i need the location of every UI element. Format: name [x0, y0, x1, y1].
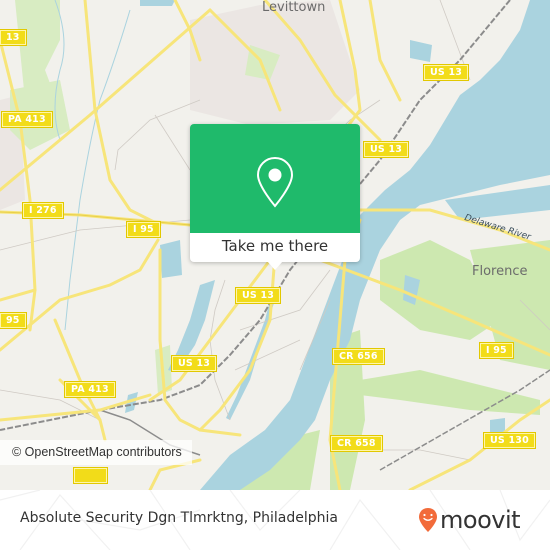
- moovit-wordmark: moovit: [440, 506, 521, 534]
- road-shield-i276: I 276: [22, 202, 64, 219]
- road-shield-us13: US 13: [362, 141, 410, 158]
- place-label-levittown: Levittown: [262, 0, 326, 15]
- water-body: [490, 418, 505, 432]
- road-shield-pa413: PA 413: [1, 111, 53, 128]
- take-me-there-button[interactable]: Take me there: [190, 233, 360, 262]
- place-label-florence: Florence: [472, 264, 528, 279]
- water-body: [160, 240, 182, 278]
- park-area: [360, 370, 540, 415]
- road-shield-us130: US 130: [483, 432, 536, 449]
- road-shield-partial: [72, 467, 109, 484]
- road-shield-cr656: CR 656: [332, 348, 385, 365]
- moovit-pin-icon: [419, 508, 437, 532]
- water-body: [410, 40, 432, 62]
- popup-header: [190, 124, 360, 233]
- water-channel: [226, 300, 275, 420]
- road-shield-pa413: PA 413: [64, 381, 116, 398]
- moovit-logo[interactable]: moovit: [418, 504, 521, 536]
- road-shield-i95: 95: [0, 312, 27, 329]
- road-shield-us13: US 13: [170, 355, 218, 372]
- road-shield-us13: US 13: [234, 287, 282, 304]
- road-shield-i95: I 95: [479, 342, 514, 359]
- map-pin-icon: [256, 156, 294, 208]
- popup-pointer: [267, 261, 283, 270]
- location-popup: Take me there: [190, 124, 360, 270]
- road-shield-i95: I 95: [126, 221, 161, 238]
- location-title: Absolute Security Dgn Tlmrktng, Philadel…: [20, 510, 338, 526]
- road-shield-us13: 13: [0, 29, 27, 46]
- footer: Absolute Security Dgn Tlmrktng, Philadel…: [0, 490, 550, 550]
- map-attribution[interactable]: © OpenStreetMap contributors: [0, 440, 192, 465]
- road-shield-cr658: CR 658: [330, 435, 383, 452]
- water-body: [140, 0, 175, 6]
- map[interactable]: Levittown Florence Delaware River 13 PA …: [0, 0, 550, 490]
- road-shield-us13: US 13: [422, 64, 470, 81]
